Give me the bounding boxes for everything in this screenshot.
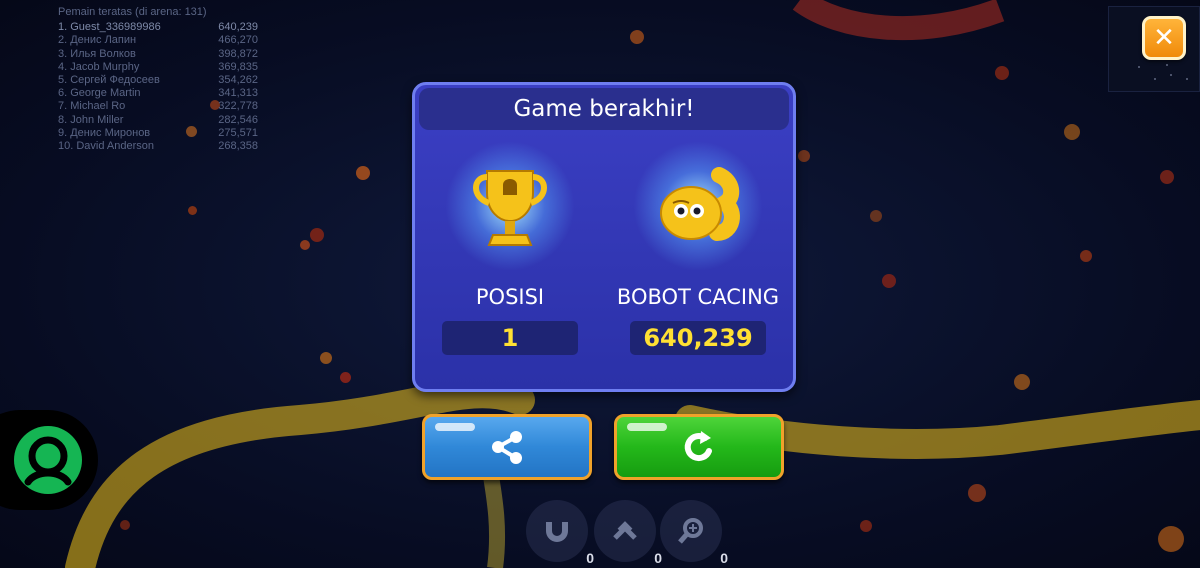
player-score: 268,358 (218, 140, 258, 153)
player-name: 4. Jacob Murphy (58, 60, 140, 73)
leaderboard-row: 7. Michael Ro 322,778 (58, 100, 258, 113)
leaderboard-title: Pemain teratas (di arena: 131) (58, 6, 207, 18)
player-score: 369,835 (218, 60, 258, 73)
player-score: 275,571 (218, 126, 258, 139)
worm-glow (633, 141, 763, 271)
leaderboard-row: 8. John Miller 282,546 (58, 114, 258, 127)
trophy-icon (473, 170, 547, 246)
player-score: 322,778 (218, 100, 258, 113)
player-name: 3. Илья Волков (58, 47, 136, 60)
food-pellet (310, 228, 324, 242)
food-pellet (340, 372, 351, 383)
food-pellet (630, 30, 644, 44)
player-name: 8. John Miller (58, 113, 124, 126)
player-name: 6. George Martin (58, 87, 141, 100)
user-avatar-icon (24, 436, 72, 486)
replay-icon (684, 431, 712, 462)
food-pellet (1014, 374, 1030, 390)
food-pellet (320, 352, 332, 364)
food-pellet (870, 210, 882, 222)
share-icon (492, 431, 522, 464)
food-pellet (798, 150, 810, 162)
food-pellet (995, 66, 1009, 80)
trophy-glow (445, 141, 575, 271)
worm-icon (660, 167, 740, 241)
position-label: POSISI (475, 285, 545, 309)
game-over-dialog: Game berakhir! POSISI 1 BOBOT CACING 640… (412, 82, 796, 392)
powerup-count: 0 (720, 550, 728, 566)
close-button[interactable]: ✕ (1142, 16, 1186, 60)
food-pellet (1080, 250, 1092, 262)
weight-value: 640,239 (630, 321, 766, 355)
replay-button[interactable] (614, 414, 784, 480)
food-pellet (1064, 124, 1080, 140)
powerup-count: 0 (654, 550, 662, 566)
player-name: 9. Денис Миронов (58, 126, 151, 139)
player-name: 10. David Anderson (58, 140, 155, 153)
speed-powerup[interactable]: 0 (594, 500, 662, 566)
magnet-powerup[interactable]: 0 (526, 500, 594, 566)
food-pellet (860, 520, 872, 532)
weight-stat: BOBOT CACING 640,239 (613, 141, 783, 355)
close-icon: ✕ (1153, 23, 1175, 53)
player-score: 640,239 (218, 21, 258, 34)
food-pellet (1158, 526, 1184, 552)
food-pellet (968, 484, 986, 502)
powerup-count: 0 (586, 550, 594, 566)
dialog-title: Game berakhir! (419, 88, 789, 130)
leaderboard: Pemain teratas (di arena: 131) 1. Guest_… (58, 6, 258, 153)
food-pellet (120, 520, 130, 530)
leaderboard-row: 2. Денис Лапин 466,270 (58, 34, 258, 47)
player-score: 398,872 (218, 47, 258, 60)
position-stat: POSISI 1 (425, 141, 595, 355)
leaderboard-row: 3. Илья Волков 398,872 (58, 48, 258, 61)
food-pellet (1160, 170, 1174, 184)
share-button[interactable] (422, 414, 592, 480)
magnet-icon (546, 522, 568, 542)
speed-arrow-icon (613, 521, 637, 540)
magnifier-icon (678, 518, 703, 544)
food-pellet (300, 240, 310, 250)
position-value: 1 (442, 321, 578, 355)
leaderboard-row: 6. George Martin 341,313 (58, 87, 258, 100)
player-score: 341,313 (218, 87, 258, 100)
leaderboard-row: 4. Jacob Murphy 369,835 (58, 61, 258, 74)
player-name: 1. Guest_336989986 (58, 21, 161, 34)
food-pellet (882, 274, 896, 288)
player-name: 5. Сергей Федосеев (58, 74, 160, 87)
leaderboard-row: 5. Сергей Федосеев 354,262 (58, 74, 258, 87)
player-score: 466,270 (218, 34, 258, 47)
food-pellet (356, 166, 370, 180)
player-score: 282,546 (218, 113, 258, 126)
leaderboard-row: 10. David Anderson 268,358 (58, 140, 258, 153)
leaderboard-row: 9. Денис Миронов 275,571 (58, 127, 258, 140)
player-name: 7. Michael Ro (58, 100, 126, 113)
food-pellet (188, 206, 197, 215)
leaderboard-row: 1. Guest_336989986 640,239 (58, 21, 258, 34)
player-name: 2. Денис Лапин (58, 34, 137, 47)
player-score: 354,262 (218, 74, 258, 87)
weight-label: BOBOT CACING (616, 285, 780, 309)
profile-button[interactable] (14, 426, 82, 494)
zoom-powerup[interactable]: 0 (660, 500, 728, 566)
